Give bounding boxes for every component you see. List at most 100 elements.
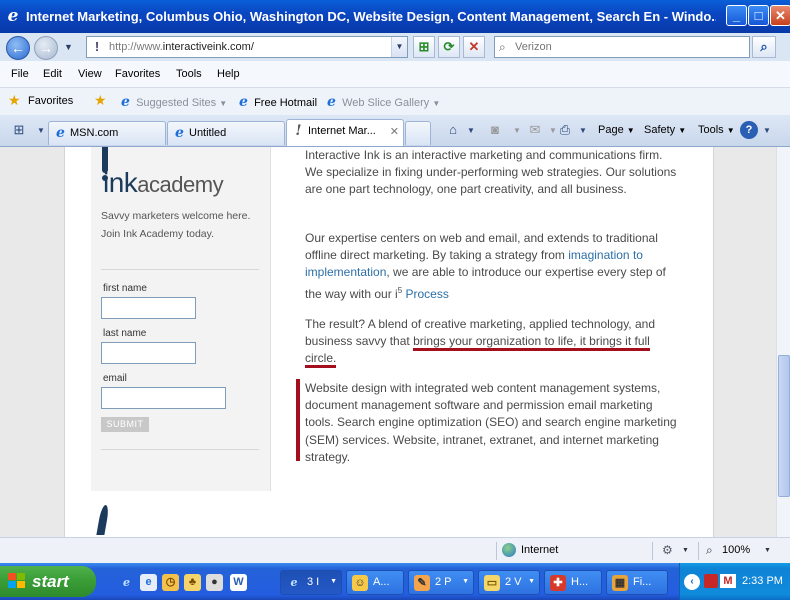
recent-pages-dropdown[interactable]: ▼ <box>64 42 73 52</box>
favorites-bar: ★ Favorites ★ e Suggested Sites ▼ e Free… <box>0 88 790 115</box>
desktop-icon[interactable]: e <box>140 574 157 591</box>
new-tab-button[interactable] <box>405 121 431 145</box>
menu-favorites[interactable]: Favorites <box>115 68 160 80</box>
media-icon[interactable]: ● <box>206 574 223 591</box>
web-slice-gallery-link[interactable]: e Web Slice Gallery ▼ <box>324 95 440 110</box>
app-icon[interactable]: ♣ <box>184 574 201 591</box>
ie-icon: e <box>239 94 248 110</box>
divider <box>496 542 497 560</box>
chevron-down-icon: ▼ <box>528 578 535 585</box>
ie-quicklaunch-icon[interactable]: e <box>118 574 135 591</box>
paint-icon: ✎ <box>414 575 430 591</box>
tab-untitled[interactable]: e Untitled <box>167 121 285 145</box>
menu-bar: File Edit View Favorites Tools Help <box>0 61 790 88</box>
chevron-down-icon[interactable]: ▼ <box>764 547 771 554</box>
home-icon[interactable]: ⌂ <box>444 122 462 138</box>
scrollbar-thumb[interactable] <box>778 355 790 497</box>
word-icon[interactable]: W <box>230 574 247 591</box>
process-link[interactable]: Process <box>402 287 449 301</box>
vertical-scrollbar[interactable] <box>776 147 790 537</box>
compatibility-view-icon[interactable]: ⊞ <box>413 36 435 58</box>
chevron-down-icon[interactable]: ▼ <box>462 126 480 142</box>
tab-internet-marketing[interactable]: ! Internet Mar... ✕ <box>286 119 404 146</box>
feeds-icon[interactable]: ◙ <box>486 122 504 138</box>
taskbar-ie-group[interactable]: e 3 I ▼ <box>280 570 342 595</box>
windows-logo-icon <box>8 573 26 590</box>
help-icon: ✚ <box>550 575 566 591</box>
intro-paragraph: Interactive Ink is an interactive market… <box>305 148 677 197</box>
safety-menu[interactable]: Safety ▼ <box>644 124 686 136</box>
close-tab-icon[interactable]: ✕ <box>390 125 399 138</box>
security-icon[interactable] <box>704 574 718 588</box>
menu-tools[interactable]: Tools <box>176 68 202 80</box>
ie-icon: e <box>7 6 19 26</box>
taskbar-folder-group[interactable]: ▭ 2 V ▼ <box>478 570 540 595</box>
tray-expand-icon[interactable]: ‹ <box>684 574 700 590</box>
ink-academy-sidebar: inkacademy Savvy marketers welcome here.… <box>91 147 271 491</box>
chevron-down-icon[interactable]: ▼ <box>758 126 776 142</box>
clock: 2:33 PM <box>742 575 783 587</box>
last-name-field[interactable] <box>101 342 196 364</box>
page-menu[interactable]: Page ▼ <box>598 124 635 136</box>
menu-view[interactable]: View <box>78 68 102 80</box>
divider <box>101 269 259 270</box>
stop-icon[interactable]: ✕ <box>463 36 485 58</box>
first-name-field[interactable] <box>101 297 196 319</box>
address-field[interactable]: ! http://www.interactiveink.com/ ▼ <box>86 36 408 58</box>
globe-icon <box>502 543 516 557</box>
menu-edit[interactable]: Edit <box>43 68 62 80</box>
back-button[interactable]: ← <box>6 36 30 60</box>
submit-button[interactable]: SUBMIT <box>101 417 149 432</box>
menu-file[interactable]: File <box>11 68 29 80</box>
security-zone[interactable]: Internet <box>521 544 558 556</box>
search-icon[interactable]: ⌕ <box>752 36 776 58</box>
taskbar-aim[interactable]: ☺ A... <box>346 570 404 595</box>
forward-button[interactable]: → <box>34 36 58 60</box>
favorites-button[interactable]: ★ Favorites <box>8 92 73 108</box>
chevron-down-icon[interactable]: ▼ <box>682 547 689 554</box>
taskbar-help[interactable]: ✚ H... <box>544 570 602 595</box>
status-bar: Internet ⚙ ▼ ⌕ 100% ▼ <box>0 537 790 563</box>
refresh-icon[interactable]: ⟳ <box>438 36 460 58</box>
email-field[interactable] <box>101 387 226 409</box>
menu-help[interactable]: Help <box>217 68 240 80</box>
last-name-label: last name <box>103 328 147 339</box>
close-button[interactable]: ✕ <box>770 5 790 26</box>
tab-bar: ⊞ ▼ e MSN.com e Untitled ! Internet Mar.… <box>0 115 790 147</box>
taskbar-app[interactable]: ▦ Fi... <box>606 570 668 595</box>
zoom-icon: ⌕ <box>706 543 713 557</box>
star-icon: ★ <box>8 92 21 108</box>
start-button[interactable]: start <box>0 566 96 597</box>
services-paragraph: Website design with integrated web conte… <box>305 381 677 464</box>
maximize-button[interactable]: □ <box>748 5 769 26</box>
mcafee-icon[interactable]: M <box>720 574 736 588</box>
clock-icon[interactable]: ◷ <box>162 574 179 591</box>
protected-mode-icon[interactable]: ⚙ <box>662 543 673 557</box>
page-viewport: inkacademy Savvy marketers welcome here.… <box>0 147 776 537</box>
tools-menu[interactable]: Tools ▼ <box>698 124 735 136</box>
quick-tabs-icon[interactable]: ⊞ <box>10 122 28 138</box>
app-icon: ▦ <box>612 575 628 591</box>
help-icon[interactable]: ? <box>740 121 758 139</box>
tab-msn[interactable]: e MSN.com <box>48 121 166 145</box>
ink-academy-logo[interactable]: inkacademy <box>103 167 224 199</box>
free-hotmail-link[interactable]: e Free Hotmail <box>236 95 317 110</box>
ie-icon: e <box>121 94 130 110</box>
ie-icon: e <box>327 94 336 110</box>
search-input[interactable] <box>515 39 743 55</box>
mail-icon[interactable]: ✉ <box>526 122 544 138</box>
suggested-sites-link[interactable]: e Suggested Sites ▼ <box>118 95 227 110</box>
minimize-button[interactable]: _ <box>726 5 747 26</box>
chevron-down-icon[interactable]: ▼ <box>508 126 526 142</box>
zoom-level[interactable]: 100% <box>722 544 750 556</box>
divider <box>101 449 259 450</box>
print-icon[interactable]: ⎙ <box>556 122 574 138</box>
search-box[interactable]: ⌕ <box>494 36 750 58</box>
email-label: email <box>103 373 127 384</box>
ie-icon: e <box>56 125 65 141</box>
address-dropdown-icon[interactable]: ▼ <box>391 37 407 57</box>
chevron-down-icon[interactable]: ▼ <box>574 126 592 142</box>
web-page: inkacademy Savvy marketers welcome here.… <box>64 147 714 537</box>
url-text[interactable]: http://www.interactiveink.com/ <box>109 41 254 53</box>
taskbar-paint-group[interactable]: ✎ 2 P ▼ <box>408 570 474 595</box>
